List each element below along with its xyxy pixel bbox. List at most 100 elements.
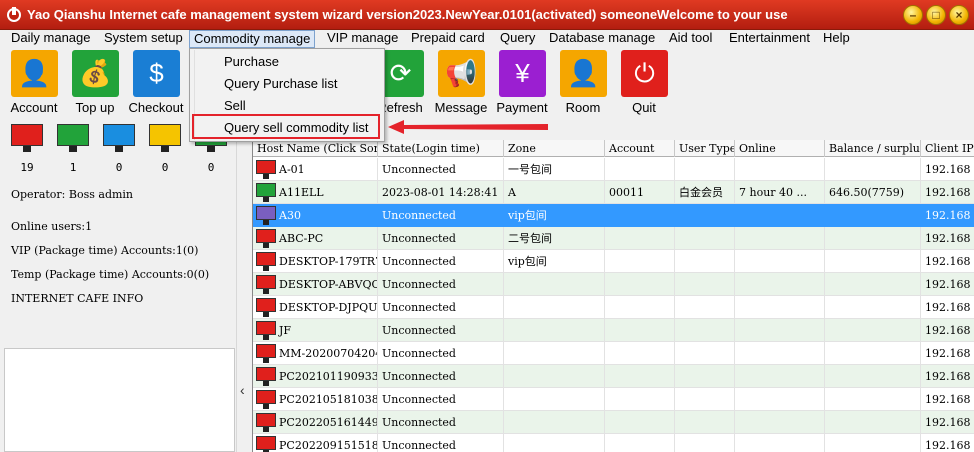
menu-daily-manage[interactable]: Daily manage [7,30,95,48]
computer-icon [256,390,276,409]
table-row[interactable]: DESKTOP-ABVQOR6 Unconnected 192.168 [253,273,974,296]
table-row[interactable]: JF Unconnected 192.168 [253,319,974,342]
cell-zone: A [504,181,605,204]
table-row[interactable]: PC202101190933 Unconnected 192.168 [253,365,974,388]
cell-text: Unconnected [382,232,456,245]
close-button[interactable]: × [949,5,969,25]
status-panel: 19 1 0 0 0 Operator: Boss admin Online u… [0,120,236,452]
col-client-ip[interactable]: Client IP [921,140,974,157]
cell-text: Unconnected [382,416,456,429]
cell-text: vip包间 [508,209,547,222]
cell-text: Unconnected [382,324,456,337]
menu-entertainment[interactable]: Entertainment [725,30,814,48]
computer-icon [256,275,276,294]
menu-help[interactable]: Help [819,30,854,48]
table-row[interactable]: PC202209151518 Unconnected 192.168 [253,434,974,452]
menu-vip-manage[interactable]: VIP manage [323,30,402,48]
cell-text: 192.168 [925,301,971,314]
vip-accounts-info: VIP (Package time) Accounts:1(0) [11,244,199,257]
cell-zone [504,411,605,434]
table-row[interactable]: MM-202007042048 Unconnected 192.168 [253,342,974,365]
cell-online [735,411,825,434]
collapse-arrow-icon[interactable]: ‹ [240,382,245,398]
cell-zone [504,434,605,452]
cell-balance [825,388,921,411]
cell-ip: 192.168 [921,296,974,319]
cell-zone [504,273,605,296]
menu-aid-tool[interactable]: Aid tool [665,30,716,48]
cell-utype [675,342,735,365]
col-online[interactable]: Online [735,140,825,157]
message-log-box[interactable] [4,348,235,452]
col-state[interactable]: State(Login time) [378,140,504,157]
cell-text: 二号包间 [508,232,552,245]
cell-text: 192.168 [925,209,971,222]
cell-text: 192.168 [925,347,971,360]
dropdown-item-sell[interactable]: Sell [224,98,246,113]
cell-text: Unconnected [382,393,456,406]
cell-text: A11ELL [279,186,324,199]
cell-text: 192.168 [925,439,971,452]
count-green: 1 [69,161,77,174]
col-host-name[interactable]: Host Name (Click Sort) [253,140,378,157]
col-account[interactable]: Account [605,140,675,157]
cell-account [605,273,675,296]
count-red: 19 [20,161,34,174]
count-yellow: 0 [161,161,169,174]
col-zone[interactable]: Zone [504,140,605,157]
cell-account [605,296,675,319]
cell-ip: 192.168 [921,319,974,342]
checkout-glyph: $ [149,58,164,88]
table-row[interactable]: A-01 Unconnected 一号包间 192.168 [253,158,974,181]
col-user-type[interactable]: User Type [675,140,735,157]
cell-text: 192.168 [925,370,971,383]
power-icon: ⏻ [621,50,668,97]
cell-account [605,365,675,388]
menu-database-manage[interactable]: Database manage [545,30,659,48]
menu-bar: Daily manage System setup Commodity mana… [0,30,974,48]
table-row[interactable]: A11ELL 2023-08-01 14:28:41 A 00011 白金会员 7 hou… [253,181,974,204]
person-icon: 👤 [11,50,58,97]
table-row[interactable]: PC202105181038 Unconnected 192.168 [253,388,974,411]
table-row[interactable]: A30 Unconnected vip包间 192.168 [253,204,974,227]
window-title: Yao Qianshu Internet cafe management sys… [27,7,788,22]
table-row[interactable]: DESKTOP-179TR72 Unconnected vip包间 192.168 [253,250,974,273]
menu-system-setup[interactable]: System setup [100,30,187,48]
maximize-button[interactable]: □ [926,5,946,25]
quit-tool-button[interactable]: ⏻ Quit [612,48,676,120]
cell-account [605,434,675,452]
cell-zone [504,365,605,388]
cell-account [605,319,675,342]
menu-commodity-manage[interactable]: Commodity manage [189,30,316,48]
temp-accounts-info: Temp (Package time) Accounts:0(0) [11,268,210,281]
dropdown-item-query-purchase-list[interactable]: Query Purchase list [224,76,337,91]
title-bar: Yao Qianshu Internet cafe management sys… [0,0,974,30]
count-green2: 0 [207,161,215,174]
cell-balance [825,158,921,181]
checkout-tool-button[interactable]: $ Checkout [124,48,188,120]
cafe-info-link[interactable]: INTERNET CAFE INFO [11,292,143,305]
cell-text: 一号包间 [508,163,552,176]
toolbar: 👤 Account 💰 Top up $ Checkout ⟳ Refresh … [0,48,974,120]
table-row[interactable]: PC202205161449 Unconnected 192.168 [253,411,974,434]
cell-account [605,388,675,411]
menu-prepaid-card[interactable]: Prepaid card [407,30,489,48]
host-grid: Host Name (Click Sort) State(Login time)… [252,140,974,452]
cell-zone: vip包间 [504,250,605,273]
cell-state: Unconnected [378,273,504,296]
table-row[interactable]: ABC-PC Unconnected 二号包间 192.168 [253,227,974,250]
cell-text: DESKTOP-DJPQUD5 [279,301,378,314]
menu-query[interactable]: Query [496,30,539,48]
top-up-glyph: 💰 [79,58,112,88]
cell-utype [675,158,735,181]
cell-balance [825,296,921,319]
panel-splitter[interactable]: ‹ [236,120,252,452]
table-row[interactable]: DESKTOP-DJPQUD5 Unconnected 192.168 [253,296,974,319]
count-blue: 0 [115,161,123,174]
col-balance[interactable]: Balance / surplus [825,140,921,157]
dropdown-item-purchase[interactable]: Purchase [224,54,279,69]
minimize-button[interactable]: – [903,5,923,25]
cell-zone [504,296,605,319]
cell-text: Unconnected [382,209,456,222]
monitor-status-yellow-icon [149,124,181,152]
